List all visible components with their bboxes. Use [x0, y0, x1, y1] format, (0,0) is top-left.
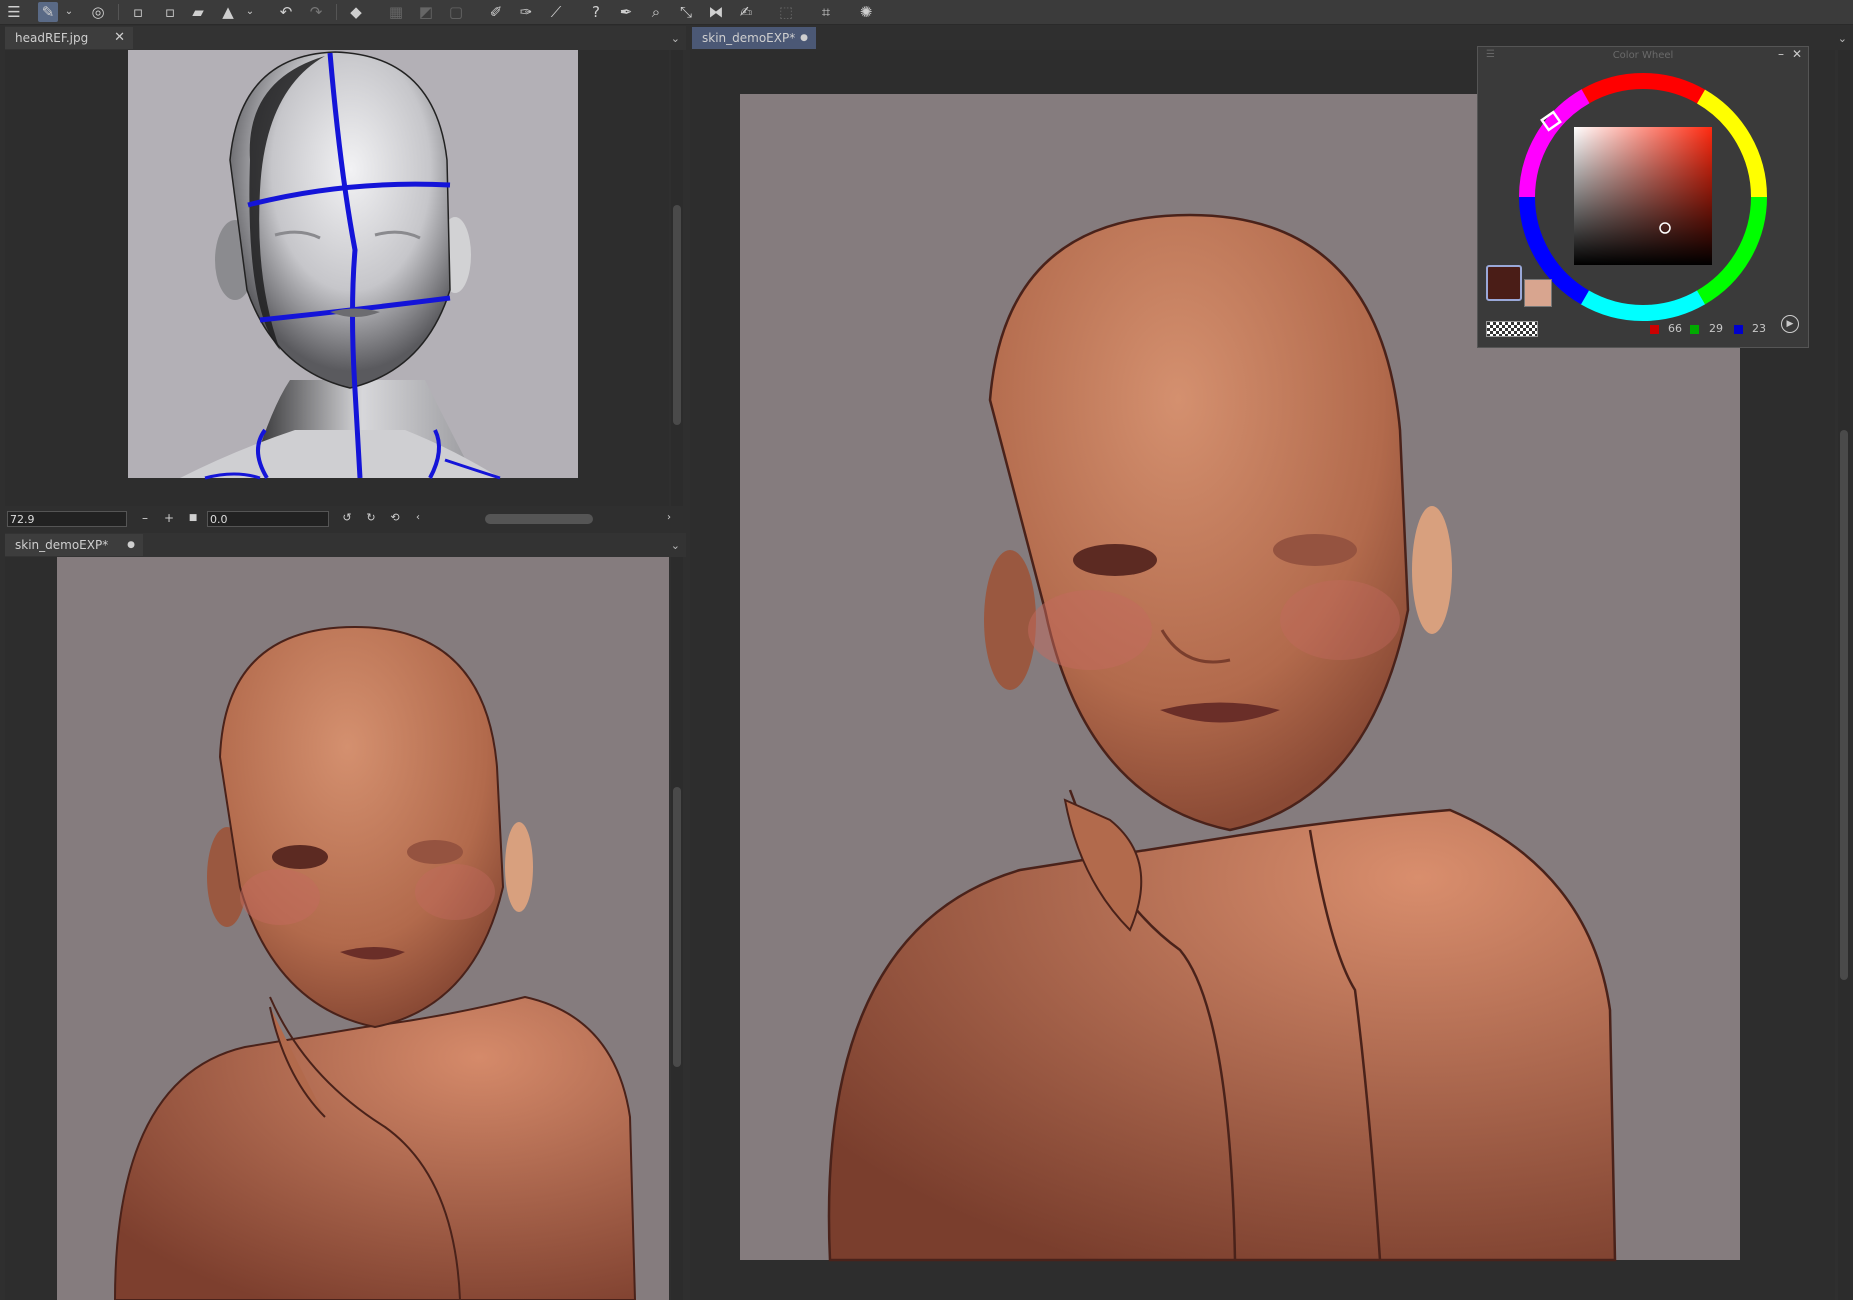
secondary-vertical-scrollbar[interactable] [671, 557, 683, 1300]
tab-label: headREF.jpg [15, 31, 89, 45]
green-value: 29 [1709, 322, 1723, 335]
undo-icon[interactable]: ↶ [276, 2, 296, 22]
spiral-icon[interactable]: ◎ [88, 2, 108, 22]
green-channel-icon [1690, 325, 1699, 334]
zoom-icon[interactable]: ⌕ [646, 2, 666, 22]
reference-canvas[interactable] [5, 50, 669, 506]
reference-controls: 72.9 – + ■ 0.0 ↺ ↻ ⟲ ‹ › [5, 508, 681, 530]
chevron-down-icon[interactable]: ⌄ [1838, 32, 1847, 45]
edit-icon[interactable]: ✐ [486, 2, 506, 22]
secondary-tabbar: skin_demoEXP* ● ⌄ [5, 533, 686, 557]
reference-image [128, 50, 578, 480]
crop-icon[interactable]: ⌗ [816, 2, 836, 22]
line-icon[interactable]: ⟋ [546, 2, 566, 22]
fill-icon[interactable]: ◆ [346, 2, 366, 22]
minus-icon[interactable]: – [135, 508, 155, 528]
tab-skin-demo-main[interactable]: skin_demoEXP* ● [692, 27, 816, 49]
red-channel-icon [1650, 325, 1659, 334]
chevron-down-icon[interactable]: ⌄ [64, 2, 74, 22]
new-layer-icon[interactable]: ▫ [128, 2, 148, 22]
red-value: 66 [1668, 322, 1682, 335]
grid-icon[interactable]: ▦ [386, 2, 406, 22]
close-icon[interactable]: ✕ [114, 27, 125, 49]
eyedropper-icon[interactable]: ✒ [616, 2, 636, 22]
transparency-swatch[interactable] [1486, 321, 1538, 337]
rotation-field[interactable]: 0.0 [207, 511, 329, 527]
background-color-swatch[interactable] [1524, 279, 1552, 307]
modified-dot-icon: ● [127, 540, 135, 550]
color-wheel-docker: ☰ Color Wheel – ✕ 66 29 23 ▶ [1477, 46, 1809, 348]
play-icon[interactable]: ▶ [1781, 315, 1799, 333]
separator [118, 4, 119, 20]
eraser-icon[interactable]: ✑ [516, 2, 536, 22]
chevron-left-icon[interactable]: ‹ [408, 508, 428, 528]
help-icon[interactable]: ? [586, 2, 606, 22]
tab-label: skin_demoEXP* [15, 538, 109, 552]
chevron-right-icon[interactable]: › [659, 508, 679, 528]
menu-icon[interactable]: ☰ [4, 2, 24, 22]
mirror-icon[interactable]: ⧓ [706, 2, 726, 22]
chevron-down-icon[interactable]: ⌄ [671, 32, 680, 45]
chevron-down-icon[interactable]: ⌄ [671, 539, 680, 552]
smudge-icon[interactable]: ✍ [736, 2, 756, 22]
plus-icon[interactable]: + [159, 508, 179, 528]
save-icon[interactable]: ▲ [218, 2, 238, 22]
scrollbar-thumb[interactable] [673, 787, 681, 1067]
rotate-right-icon[interactable]: ↻ [361, 508, 381, 528]
select-icon[interactable]: ⬚ [776, 2, 796, 22]
main-vertical-scrollbar[interactable] [1838, 50, 1850, 1300]
brush-tool-icon[interactable]: ✎ [38, 2, 58, 22]
tab-headref[interactable]: headREF.jpg ✕ [5, 27, 133, 49]
blue-channel-icon [1734, 325, 1743, 334]
horizontal-scrollbar-thumb[interactable] [485, 514, 593, 524]
sparkle-icon[interactable]: ✺ [856, 2, 876, 22]
secondary-canvas[interactable] [5, 557, 669, 1300]
add-layer-icon[interactable]: ▫ [160, 2, 180, 22]
transform-icon[interactable]: ⤡ [676, 2, 696, 22]
chevron-down-icon[interactable]: ⌄ [245, 2, 255, 22]
separator [336, 4, 337, 20]
reference-tabbar: headREF.jpg ✕ ⌄ [5, 26, 686, 50]
foreground-color-swatch[interactable] [1486, 265, 1522, 301]
stop-icon[interactable]: ■ [183, 508, 203, 528]
rotate-left-icon[interactable]: ↺ [337, 508, 357, 528]
open-folder-icon[interactable]: ▰ [188, 2, 208, 22]
tab-label: skin_demoEXP* [702, 31, 796, 45]
reference-vertical-scrollbar[interactable] [671, 50, 683, 506]
main-toolbar: ☰ ✎ ⌄ ◎ ▫ ▫ ▰ ▲ ⌄ ↶ ↷ ◆ ▦ ◩ ▢ ✐ ✑ ⟋ ? ✒ … [0, 0, 1853, 25]
modified-dot-icon: ● [800, 33, 808, 43]
secondary-painting [57, 557, 669, 1300]
frame-icon[interactable]: ▢ [446, 2, 466, 22]
redo-icon[interactable]: ↷ [306, 2, 326, 22]
tab-skin-demo-secondary[interactable]: skin_demoEXP* ● [5, 534, 143, 556]
reset-icon[interactable]: ⟲ [385, 508, 405, 528]
scrollbar-thumb[interactable] [1840, 430, 1848, 980]
zoom-field[interactable]: 72.9 [7, 511, 127, 527]
gradient-icon[interactable]: ◩ [416, 2, 436, 22]
scrollbar-thumb[interactable] [673, 205, 681, 425]
blue-value: 23 [1752, 322, 1766, 335]
